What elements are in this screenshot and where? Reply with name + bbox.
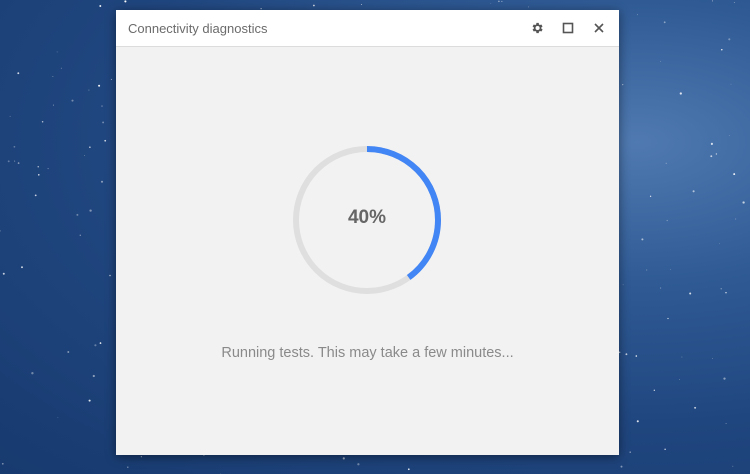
status-message: Running tests. This may take a few minut…	[221, 345, 514, 361]
diagnostics-window: Connectivity diagnostics 40% Running tes…	[116, 10, 619, 455]
close-icon[interactable]	[591, 20, 607, 36]
gear-icon[interactable]	[529, 20, 545, 36]
progress-ring: 40%	[291, 144, 443, 296]
title-bar[interactable]: Connectivity diagnostics	[116, 10, 619, 47]
window-title: Connectivity diagnostics	[128, 21, 268, 36]
maximize-icon[interactable]	[560, 20, 576, 36]
progress-percent: 40%	[347, 207, 387, 228]
desktop-background: Connectivity diagnostics 40% Running tes…	[0, 0, 750, 474]
